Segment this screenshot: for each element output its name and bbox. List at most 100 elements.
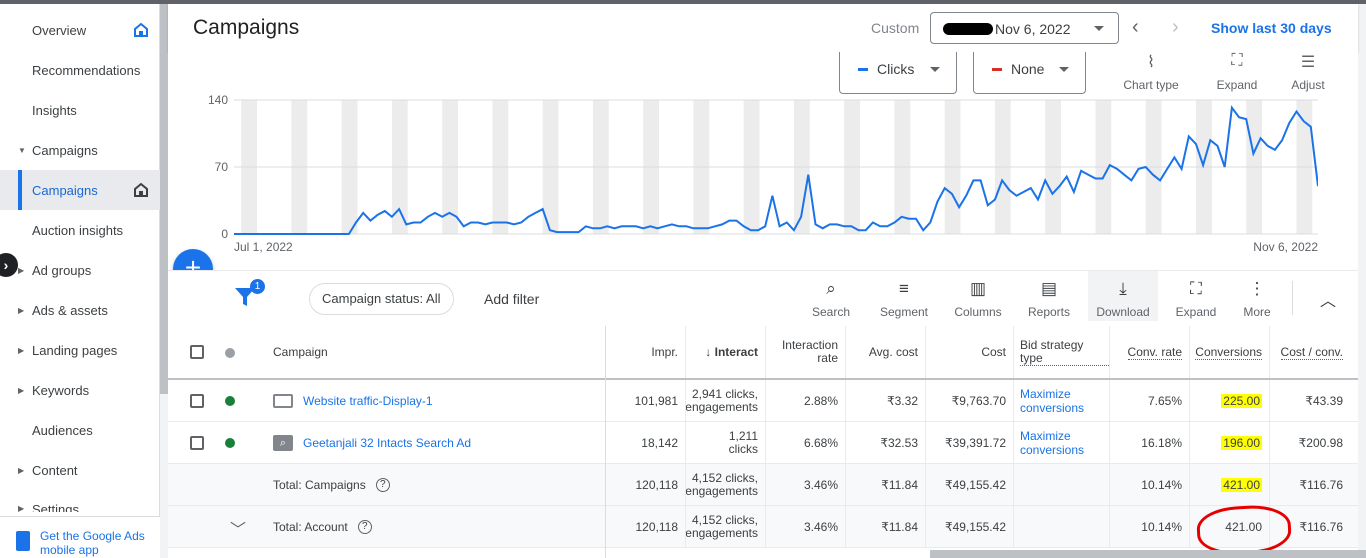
sidebar-item-ad-groups[interactable]: ▶ Ad groups bbox=[0, 250, 160, 290]
conversions-value: 225.00 bbox=[1221, 393, 1262, 408]
conversions-cell: 421.00 bbox=[1190, 464, 1270, 505]
conv-rate-value: 10.14% bbox=[1141, 519, 1182, 534]
avg-cost-value: ₹32.53 bbox=[880, 435, 918, 450]
conv-rate-cell: 10.14% bbox=[1110, 464, 1190, 505]
active-indicator bbox=[18, 170, 22, 210]
campaign-status-filter-chip[interactable]: Campaign status: All bbox=[309, 283, 454, 315]
sort-arrow-icon: ↓ bbox=[705, 345, 715, 359]
interaction-rate-value: 3.46% bbox=[803, 519, 838, 534]
columns-label: Columns bbox=[954, 305, 1002, 319]
bid-strategy-cell bbox=[1014, 506, 1110, 547]
sidebar-item-audiences[interactable]: Audiences bbox=[0, 410, 160, 450]
sidebar-item-overview[interactable]: Overview bbox=[0, 10, 160, 50]
campaigns-table: Campaign Impr. ↓ Interact Interaction ra… bbox=[168, 326, 1358, 558]
reports-label: Reports bbox=[1027, 305, 1071, 319]
expand-arrow-icon: ▶ bbox=[18, 385, 25, 395]
page-header: Campaigns Custom Nov 6, 2022 ‹ › Show la… bbox=[168, 4, 1358, 52]
header-interaction-rate[interactable]: Interaction rate bbox=[766, 326, 846, 378]
interaction-rate-value: 6.68% bbox=[803, 435, 838, 450]
status-enabled-icon bbox=[225, 396, 235, 406]
more-label: More bbox=[1243, 305, 1271, 319]
expand-table-label: Expand bbox=[1175, 305, 1217, 319]
dropdown-arrow-icon bbox=[1094, 26, 1104, 31]
campaign-link[interactable]: Geetanjali 32 Intacts Search Ad bbox=[303, 436, 471, 450]
columns-button[interactable]: ▥ Columns bbox=[943, 277, 1013, 319]
download-button[interactable]: ⤓ Download bbox=[1088, 271, 1158, 321]
search-campaign-icon: ⌕ bbox=[273, 434, 293, 451]
header-bid-strategy[interactable]: Bid strategy type bbox=[1014, 326, 1110, 378]
select-all-checkbox[interactable] bbox=[190, 345, 204, 359]
status-header-icon bbox=[225, 348, 235, 358]
total-label: Total: Account bbox=[273, 519, 348, 534]
impr-cell: 101,981 bbox=[606, 380, 686, 421]
sidebar-item-landing-pages[interactable]: ▶ Landing pages bbox=[0, 330, 160, 370]
chevron-right-icon[interactable]: › bbox=[1172, 16, 1179, 39]
redaction-mark bbox=[943, 23, 993, 35]
show-last-30-days-link[interactable]: Show last 30 days bbox=[1211, 20, 1332, 36]
interactions-value: 1,211 clicks bbox=[728, 428, 758, 456]
sidebar-item-content[interactable]: ▶ Content bbox=[0, 450, 160, 490]
bid-strategy-link[interactable]: Maximize conversions bbox=[1020, 387, 1109, 415]
more-vert-icon: ⋮ bbox=[1248, 279, 1266, 298]
sidebar-item-keywords[interactable]: ▶ Keywords bbox=[0, 370, 160, 410]
segment-label: Segment bbox=[879, 305, 929, 319]
header-cost-conv[interactable]: Cost / conv. bbox=[1270, 326, 1350, 378]
expand-table-button[interactable]: ⛶ Expand bbox=[1161, 277, 1231, 319]
sidebar-item-auction-insights[interactable]: Auction insights bbox=[0, 210, 160, 250]
sidebar-item-recommendations[interactable]: Recommendations bbox=[0, 50, 160, 90]
home-icon bbox=[134, 22, 148, 37]
campaign-cell: ⌕ Geetanjali 32 Intacts Search Ad bbox=[267, 422, 567, 463]
conv-rate-cell: 7.65% bbox=[1110, 380, 1190, 421]
header-label: Interact bbox=[714, 345, 758, 359]
toolbar-divider bbox=[1292, 281, 1293, 315]
chevron-left-icon[interactable]: ‹ bbox=[1132, 16, 1139, 39]
sidebar-item-label: Campaigns bbox=[32, 182, 98, 198]
date-range-picker[interactable]: Nov 6, 2022 bbox=[930, 12, 1119, 44]
search-button[interactable]: ⌕ Search bbox=[796, 277, 866, 319]
columns-icon: ▥ bbox=[969, 279, 987, 298]
cost-conv-value: ₹116.76 bbox=[1299, 477, 1343, 492]
sidebar-group-campaigns[interactable]: ▼ Campaigns bbox=[0, 130, 160, 170]
sidebar-item-label: Landing pages bbox=[32, 342, 118, 358]
header-interactions[interactable]: ↓ Interact bbox=[686, 326, 766, 378]
chevron-down-icon[interactable]: ﹀ bbox=[230, 516, 246, 540]
bid-strategy-link[interactable]: Maximize conversions bbox=[1020, 429, 1109, 457]
interactions-cell: 1,211 clicks bbox=[686, 422, 766, 463]
header-campaign[interactable]: Campaign bbox=[267, 326, 567, 378]
header-conversions[interactable]: Conversions bbox=[1190, 326, 1270, 378]
header-avg-cost[interactable]: Avg. cost bbox=[846, 326, 926, 378]
cost-cell: ₹9,763.70 bbox=[926, 380, 1014, 421]
more-button[interactable]: ⋮ More bbox=[1222, 277, 1292, 319]
sidebar-item-campaigns[interactable]: Campaigns bbox=[0, 170, 160, 210]
row-checkbox[interactable] bbox=[190, 394, 204, 408]
mobile-app-label: Get the Google Ads mobile app bbox=[40, 529, 145, 557]
add-filter-button[interactable]: Add filter bbox=[484, 291, 539, 307]
segment-button[interactable]: ≡ Segment bbox=[869, 277, 939, 319]
expand-arrow-icon: ▼ bbox=[18, 145, 26, 155]
sidebar-item-settings[interactable]: ▶ Settings bbox=[0, 490, 160, 512]
header-conv-rate[interactable]: Conv. rate bbox=[1110, 326, 1190, 378]
horizontal-scrollbar[interactable] bbox=[930, 550, 1366, 558]
header-cost[interactable]: Cost bbox=[926, 326, 1014, 378]
impr-value: 18,142 bbox=[641, 435, 678, 450]
conversions-value: 196.00 bbox=[1221, 435, 1262, 450]
help-icon[interactable]: ? bbox=[375, 477, 390, 492]
campaign-link[interactable]: Website traffic-Display-1 bbox=[303, 394, 433, 408]
help-icon[interactable]: ? bbox=[357, 519, 372, 534]
conversions-cell: 196.00 bbox=[1190, 422, 1270, 463]
performance-chart: Clicks None ⌇ Chart type ⛶ Expand ☰ Adju… bbox=[168, 52, 1358, 270]
sidebar-item-ads-assets[interactable]: ▶ Ads & assets bbox=[0, 290, 160, 330]
reports-button[interactable]: ▤ Reports bbox=[1014, 277, 1084, 319]
x-tick-label: Nov 6, 2022 bbox=[1253, 240, 1318, 254]
impr-value: 101,981 bbox=[634, 393, 678, 408]
sidebar-item-label: Ads & assets bbox=[32, 302, 108, 318]
row-checkbox[interactable] bbox=[190, 436, 204, 450]
sidebar-scrollbar[interactable] bbox=[160, 4, 168, 394]
mobile-app-link[interactable]: Get the Google Ads mobile app bbox=[0, 516, 160, 558]
sidebar-item-label: Ad groups bbox=[32, 262, 92, 278]
sidebar-item-insights[interactable]: Insights bbox=[0, 90, 160, 130]
x-tick-label: Jul 1, 2022 bbox=[234, 240, 293, 254]
header-impr[interactable]: Impr. bbox=[606, 326, 686, 378]
chevron-up-icon[interactable]: ︿ bbox=[1320, 287, 1336, 311]
line-chart: 0 70 140 Jul 1, 2022 Nov 6, 2022 bbox=[208, 93, 1318, 254]
